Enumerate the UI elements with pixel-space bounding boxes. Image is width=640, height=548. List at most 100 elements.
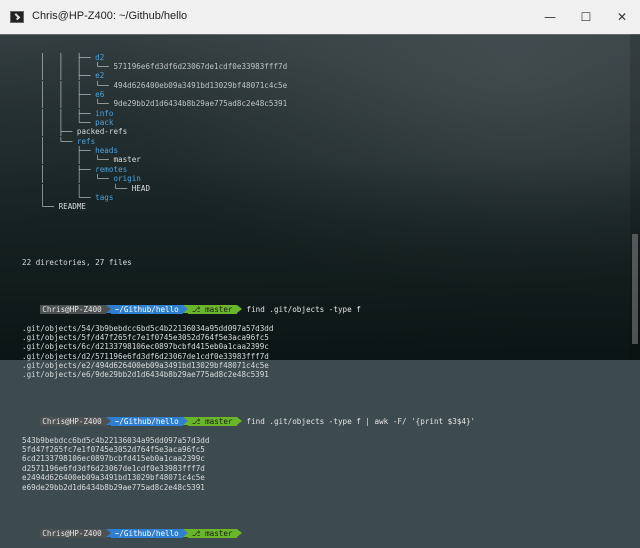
command-input[interactable] bbox=[242, 529, 252, 538]
prompt-branch-label: master bbox=[205, 417, 233, 427]
tree-entry: │ │ ├── info bbox=[0, 109, 640, 118]
tree-directory-name: info bbox=[95, 108, 114, 118]
prompt-branch: ⎇ master bbox=[187, 417, 237, 427]
terminal-output[interactable]: │ │ ├── d2 │ │ │ └── 571196e6fd3df6d2306… bbox=[0, 34, 640, 539]
tree-entry: │ │ └── master bbox=[0, 155, 640, 164]
awk-output-line: 543b9bebdcc6bd5c4b22136034a95dd097a57d3d… bbox=[22, 435, 210, 445]
shell-prompt: Chris@HP-Z400 ~/Github/hello ⎇ master bbox=[40, 304, 242, 314]
find-output: .git/objects/54/3b9bebdcc6bd5c4b22136034… bbox=[0, 324, 640, 380]
prompt-path: ~/Github/hello bbox=[110, 529, 183, 539]
tree-branch-glyph: │ └── bbox=[22, 192, 96, 202]
close-button[interactable]: ✕ bbox=[604, 0, 640, 34]
tree-branch-glyph: │ ├── bbox=[22, 146, 96, 156]
tree-directory-name: d2 bbox=[95, 52, 105, 62]
prompt-separator-icon bbox=[182, 304, 188, 313]
branch-icon: ⎇ bbox=[191, 417, 206, 427]
tree-entry: │ └── refs bbox=[0, 137, 640, 146]
tree-directory-name: tags bbox=[95, 192, 114, 202]
tree-directory-name: pack bbox=[95, 118, 114, 128]
terminal-app-icon bbox=[10, 11, 24, 23]
prompt-branch-label: master bbox=[205, 304, 233, 314]
find-output-line: .git/objects/e6/9de29bb2d1d6434b8b29ae77… bbox=[22, 370, 269, 380]
awk-output-line: 5fd47f265fc7e1f0745e3052d764f5e3aca96fc5 bbox=[22, 445, 205, 455]
branch-icon: ⎇ bbox=[191, 529, 206, 539]
tree-file-name: README bbox=[58, 202, 87, 212]
prompt-separator-icon bbox=[236, 304, 242, 313]
tree-directory-name: remotes bbox=[95, 164, 128, 174]
terminal-scrollbar[interactable] bbox=[630, 34, 640, 360]
awk-output-line: 6cd2133798106ec0897bcbfd415eb0a1caa2399c bbox=[22, 454, 205, 464]
prompt-separator-icon bbox=[105, 417, 111, 426]
tree-branch-glyph: │ │ │ └── bbox=[22, 99, 114, 109]
tree-directory-name: e2 bbox=[95, 71, 105, 81]
tree-entry: │ │ │ └── 494d626400eb09a3491bd13029bf48… bbox=[0, 81, 640, 90]
tree-branch-glyph: │ │ ├── bbox=[22, 90, 96, 100]
prompt-branch: ⎇ master bbox=[187, 304, 237, 314]
prompt-line-3[interactable]: Chris@HP-Z400 ~/Github/hello ⎇ master bbox=[0, 520, 640, 539]
tree-branch-glyph: │ │ ├── bbox=[22, 71, 96, 81]
prompt-separator-icon bbox=[105, 529, 111, 538]
tree-branch-glyph: │ │ └── bbox=[22, 155, 114, 165]
awk-output-line: e2494d626400eb09a3491bd13029bf48071c4c5e bbox=[22, 473, 205, 483]
find-output-line: .git/objects/5f/d47f265fc7e1f0745e3052d7… bbox=[22, 333, 269, 342]
tree-entry: │ │ ├── e2 bbox=[0, 71, 640, 80]
tree-branch-glyph: │ │ │ └── bbox=[22, 80, 114, 90]
tree-entry: │ │ └── origin bbox=[0, 174, 640, 183]
tree-directory-name: heads bbox=[95, 146, 119, 156]
prompt-line-1: Chris@HP-Z400 ~/Github/hello ⎇ master find … bbox=[0, 296, 640, 314]
window-title: Chris@HP-Z400: ~/Github/hello bbox=[32, 10, 188, 22]
tree-branch-glyph: │ │ └── bbox=[22, 174, 114, 184]
window-titlebar[interactable]: Chris@HP-Z400: ~/Github/hello — ☐ ✕ bbox=[0, 0, 640, 35]
tree-branch-glyph: └── bbox=[22, 202, 59, 212]
prompt-user: Chris@HP-Z400 bbox=[40, 417, 106, 427]
tree-file-name: HEAD bbox=[131, 183, 151, 193]
maximize-button[interactable]: ☐ bbox=[568, 0, 604, 34]
prompt-path: ~/Github/hello bbox=[110, 417, 183, 427]
tree-file-name: 571196e6fd3df6d23067de1cdf0e33983fff7d bbox=[113, 62, 288, 72]
tree-entry: │ └── tags bbox=[0, 193, 640, 202]
branch-icon: ⎇ bbox=[191, 304, 206, 314]
tree-branch-glyph: │ ├── bbox=[22, 164, 96, 174]
prompt-branch-label: master bbox=[205, 529, 233, 539]
tree-directory-name: e6 bbox=[95, 90, 105, 100]
prompt-separator-icon bbox=[182, 417, 188, 426]
command-text: find .git/objects -type f | awk -F/ '{pr… bbox=[246, 417, 476, 427]
minimize-button[interactable]: — bbox=[532, 0, 568, 34]
tree-branch-glyph: │ ├── bbox=[22, 127, 77, 137]
shell-prompt: Chris@HP-Z400 ~/Github/hello ⎇ master bbox=[40, 529, 242, 539]
prompt-separator-icon bbox=[182, 529, 188, 538]
prompt-branch: ⎇ master bbox=[187, 529, 237, 539]
tree-entry: │ │ │ └── 571196e6fd3df6d23067de1cdf0e33… bbox=[0, 62, 640, 71]
tree-file-name: packed-refs bbox=[76, 127, 128, 137]
prompt-path: ~/Github/hello bbox=[110, 304, 183, 314]
tree-summary: 22 directories, 27 files bbox=[22, 258, 132, 268]
command-text: find .git/objects -type f bbox=[246, 304, 361, 314]
find-output-line: .git/objects/54/3b9bebdcc6bd5c4b22136034… bbox=[22, 323, 274, 333]
prompt-separator-icon bbox=[236, 417, 242, 426]
tree-entry: │ ├── remotes bbox=[0, 165, 640, 174]
tree-branch-glyph: │ │ └── bbox=[22, 118, 96, 128]
tree-directory-name: refs bbox=[76, 136, 96, 146]
awk-output-line: e69de29bb2d1d6434b8b29ae775ad8c2e48c5391 bbox=[22, 482, 205, 492]
tree-branch-glyph: │ │ └── bbox=[22, 183, 132, 193]
prompt-user: Chris@HP-Z400 bbox=[40, 304, 106, 314]
tree-entry: └── README bbox=[0, 202, 640, 211]
awk-output-line: d2571196e6fd3df6d23067de1cdf0e33983fff7d bbox=[22, 463, 205, 473]
find-output-line: .git/objects/6c/d2133798106ec0897bcbfd41… bbox=[22, 342, 269, 352]
tree-branch-glyph: │ └── bbox=[22, 136, 77, 146]
tree-entry: │ ├── packed-refs bbox=[0, 127, 640, 136]
tree-file-name: 9de29bb2d1d6434b8b29ae775ad8c2e48c5391 bbox=[113, 99, 288, 109]
tree-entry: │ │ ├── e6 bbox=[0, 90, 640, 99]
awk-output: 543b9bebdcc6bd5c4b22136034a95dd097a57d3d… bbox=[0, 436, 640, 492]
tree-entry: │ │ └── HEAD bbox=[0, 184, 640, 193]
shell-prompt: Chris@HP-Z400 ~/Github/hello ⎇ master bbox=[40, 417, 242, 427]
tree-file-name: 494d626400eb09a3491bd13029bf48071c4c5e bbox=[113, 80, 288, 90]
tree-branch-glyph: │ │ ├── bbox=[22, 52, 96, 62]
prompt-separator-icon bbox=[236, 529, 242, 538]
tree-entry: │ │ │ └── 9de29bb2d1d6434b8b29ae775ad8c2… bbox=[0, 99, 640, 108]
scrollbar-thumb[interactable] bbox=[632, 234, 638, 344]
tree-directory-name: origin bbox=[113, 174, 141, 184]
prompt-separator-icon bbox=[105, 304, 111, 313]
prompt-user: Chris@HP-Z400 bbox=[40, 529, 106, 539]
